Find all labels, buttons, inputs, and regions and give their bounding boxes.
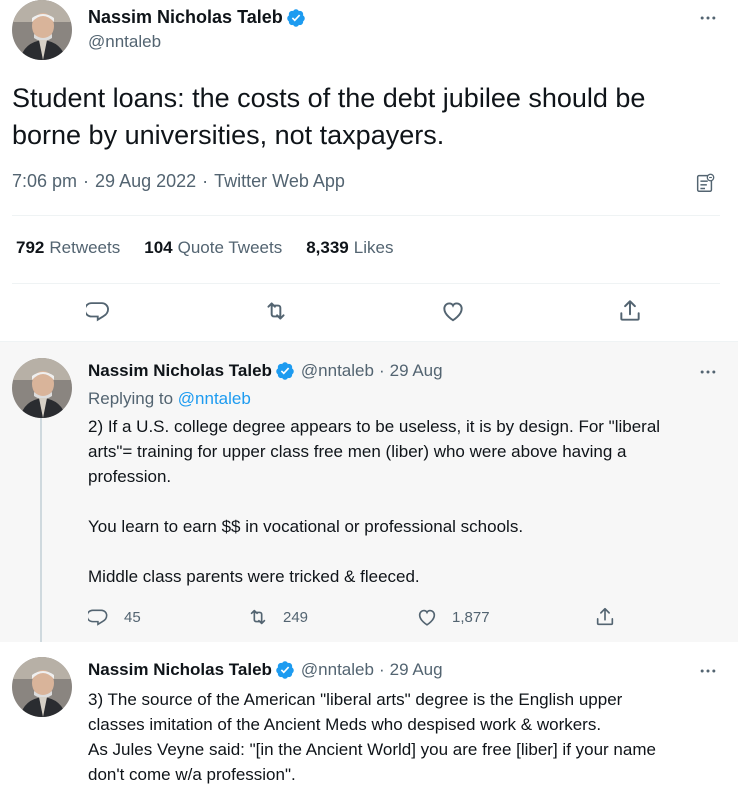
reply-date[interactable]: 29 Aug [390,361,443,381]
author-name[interactable]: Nassim Nicholas Taleb [88,361,272,381]
text-line: don't come w/a profession". [88,765,296,784]
text-line: profession. [88,467,172,486]
retweet-count: 249 [283,608,309,626]
retweet-icon[interactable] [263,298,291,326]
retweets-stat[interactable]: 792 Retweets [16,238,120,258]
divider [12,283,720,284]
verified-badge-icon [275,660,295,680]
replying-to-link[interactable]: @nntaleb [178,389,251,408]
author-name[interactable]: Nassim Nicholas Taleb [88,7,283,28]
meta-separator: · [202,171,209,191]
meta-separator: · [378,361,385,380]
reply-text: 3) The source of the American "liberal a… [88,687,728,787]
verified-badge-icon [286,8,306,28]
reply-icon[interactable] [83,298,114,326]
retweet-button[interactable]: 249 [247,606,308,628]
avatar[interactable] [12,0,72,60]
like-icon [418,609,436,626]
text-line: classes imitation of the Ancient Meds wh… [88,715,602,734]
text-line: Middle class parents were tricked & flee… [88,567,420,586]
share-icon[interactable] [617,298,645,326]
divider [12,215,720,216]
more-icon[interactable] [696,659,720,683]
reply-text: 2) If a U.S. college degree appears to b… [88,414,728,589]
verified-badge-icon [275,361,295,381]
replying-to-label: Replying to [88,389,174,408]
meta-separator: · [378,660,385,679]
text-line: 2) If a U.S. college degree appears to b… [88,417,661,436]
likes-stat[interactable]: 8,339 Likes [306,238,393,258]
tweet-stats: 792 Retweets 104 Quote Tweets 8,339 Likes [16,238,417,258]
share-icon [596,607,614,626]
author-handle[interactable]: @nntaleb [88,32,161,52]
tweet-action-bar [0,298,738,328]
quote-tweets-stat[interactable]: 104 Quote Tweets [144,238,282,258]
reply-button[interactable]: 45 [88,606,141,628]
reply-date[interactable]: 29 Aug [390,660,443,680]
author-name[interactable]: Nassim Nicholas Taleb [88,660,272,680]
replying-to: Replying to @nntaleb [88,389,251,409]
like-button[interactable]: 1,877 [416,606,490,628]
author-handle[interactable]: @nntaleb [301,660,374,680]
tweet-text: Student loans: the costs of the debt jub… [12,83,646,150]
like-icon[interactable] [440,298,468,326]
meta-separator: · [83,171,90,191]
more-icon[interactable] [696,360,720,384]
retweet-icon [250,609,266,625]
author-handle[interactable]: @nntaleb [301,361,374,381]
analytics-icon[interactable] [694,172,716,194]
tweet-date[interactable]: 29 Aug 2022 [95,171,196,191]
thread-line [40,418,42,652]
tweet-source[interactable]: Twitter Web App [214,171,345,191]
more-icon[interactable] [696,6,720,30]
share-button[interactable] [594,606,630,628]
text-line: arts"= training for upper class free men… [88,442,627,461]
text-line: 3) The source of the American "liberal a… [88,690,623,709]
text-line: As Jules Veyne said: "[in the Ancient Wo… [88,740,656,759]
like-count: 1,877 [452,608,490,626]
avatar[interactable] [12,657,72,717]
reply-icon [88,609,108,626]
reply-count: 45 [124,608,141,626]
text-line: You learn to earn $$ in vocational or pr… [88,517,524,536]
tweet-meta: 7:06 pm · 29 Aug 2022 · Twitter Web App [12,171,345,192]
avatar[interactable] [12,358,72,418]
tweet-time[interactable]: 7:06 pm [12,171,77,191]
